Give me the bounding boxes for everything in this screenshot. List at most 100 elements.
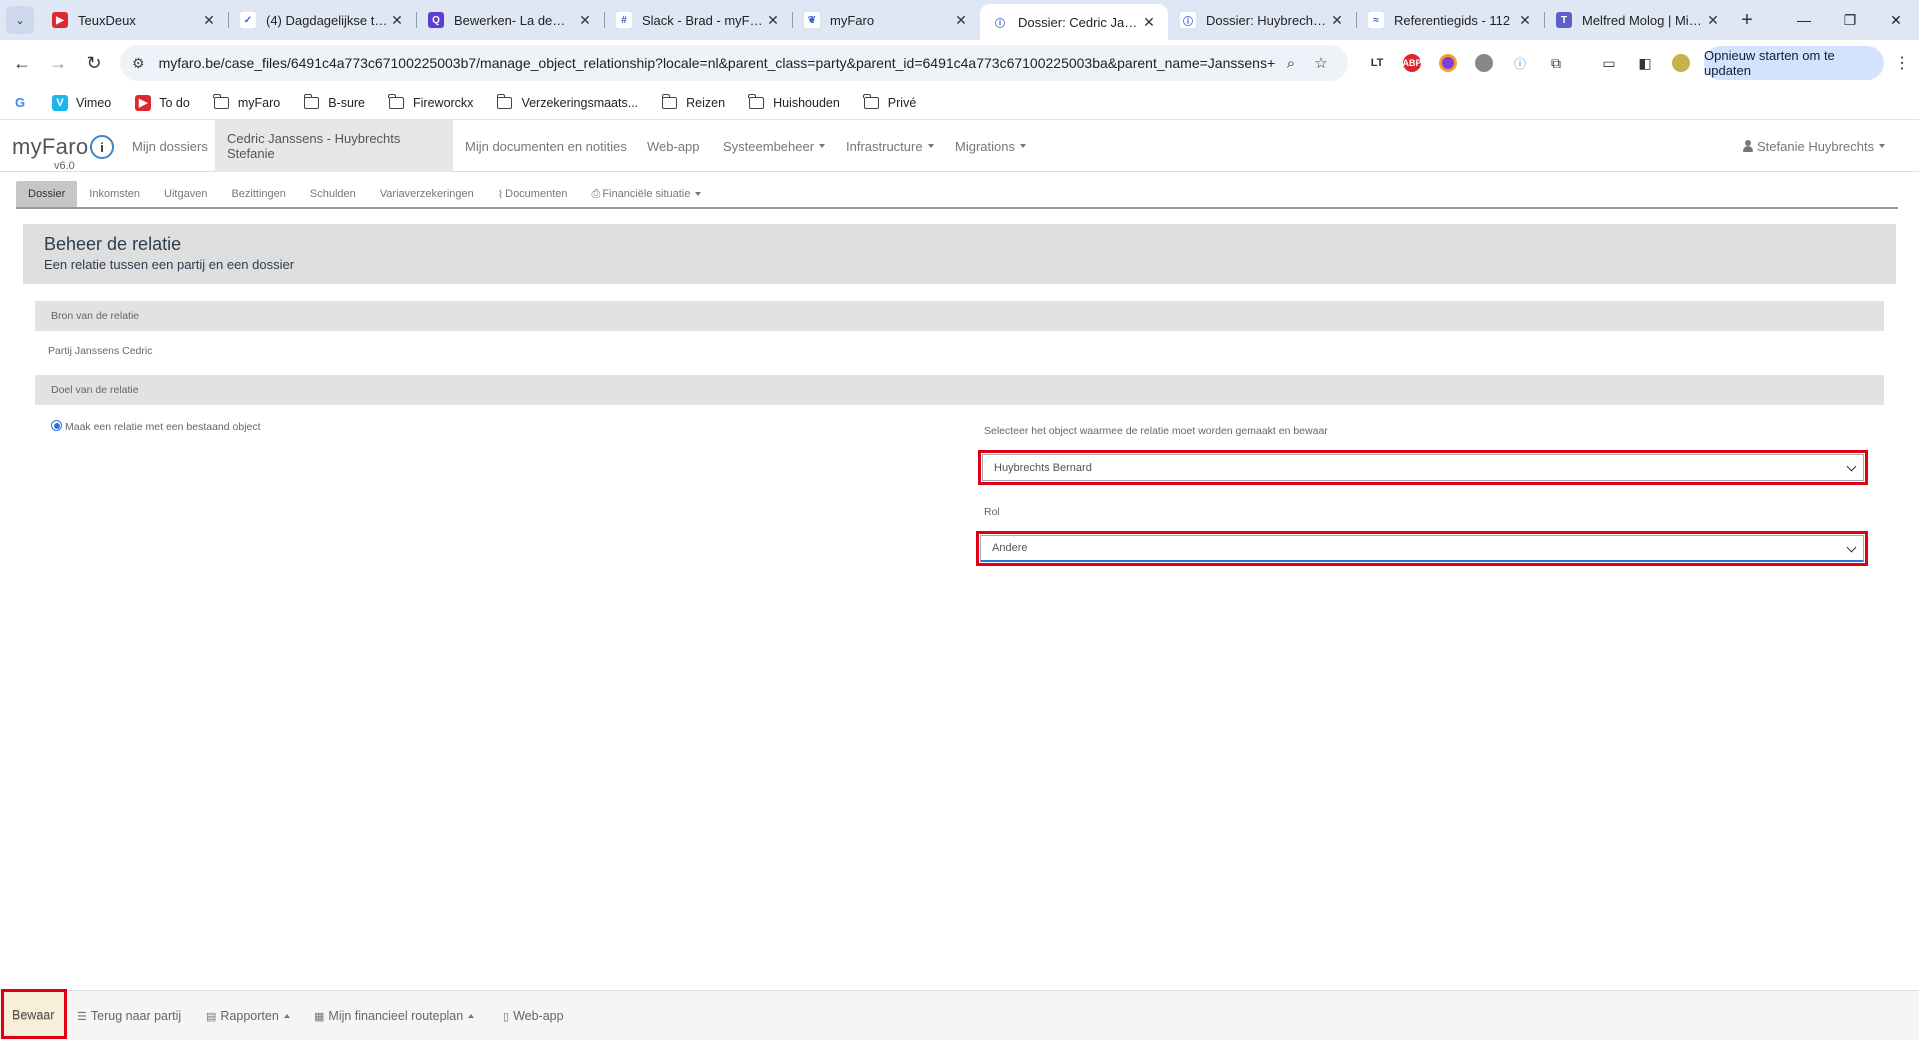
subtab-label: Bezittingen	[231, 188, 286, 200]
file-icon: ▤	[206, 1010, 217, 1023]
subtab-documenten[interactable]: ⌇ Documenten	[486, 181, 580, 207]
close-tab-icon[interactable]: ✕	[576, 12, 594, 29]
subtab-inkomsten[interactable]: Inkomsten	[77, 181, 152, 207]
close-window-icon[interactable]: ✕	[1873, 0, 1919, 40]
subtab-variaverzekeringen[interactable]: Variaverzekeringen	[368, 181, 486, 207]
bookmark-item[interactable]: ▶ To do	[135, 94, 190, 111]
url-text[interactable]: myfaro.be/case_files/6491c4a773c67100225…	[159, 55, 1276, 71]
bookmark-item[interactable]: Reizen	[661, 93, 725, 110]
tab-title: Dossier: Huybrechts Stefanie	[1206, 12, 1328, 28]
bookmark-item[interactable]: Privé	[863, 93, 917, 110]
bookmark-item[interactable]: Huishouden	[748, 93, 840, 110]
nav-systeembeheer[interactable]: Systeembeheer	[711, 120, 837, 172]
nav-migrations[interactable]: Migrations	[943, 120, 1038, 172]
close-tab-icon[interactable]: ✕	[388, 12, 406, 29]
subtab-dossier[interactable]: Dossier	[16, 181, 78, 207]
back-arrow-icon[interactable]: ←	[4, 45, 40, 81]
bookmark-label: Verzekeringsmaats...	[521, 95, 639, 110]
wave-icon: ≈	[1368, 12, 1384, 28]
side-panel-icon[interactable]: ◧	[1630, 48, 1660, 78]
extension-lt-icon[interactable]: LT	[1362, 48, 1392, 78]
nav-mijn-dossiers[interactable]: Mijn dossiers	[120, 120, 220, 172]
extension-abp-icon[interactable]: ABP	[1397, 48, 1427, 78]
browser-menu-icon[interactable]: ⋮	[1890, 48, 1914, 78]
tab-title: myFaro	[830, 12, 875, 28]
list-icon: ☰	[77, 1010, 87, 1023]
nav-mijn-documenten[interactable]: Mijn documenten en notities	[453, 120, 639, 172]
extension-myfaro-icon[interactable]: ⓘ	[1505, 48, 1535, 78]
new-tab-icon[interactable]: +	[1732, 9, 1762, 32]
browser-tab[interactable]: Q Bewerken- La demonstratie✕	[416, 0, 604, 40]
routeplan-menu[interactable]: ▦ Mijn financieel routeplan	[314, 991, 475, 1040]
tab-search-icon[interactable]: ⌄	[6, 6, 34, 34]
profile-avatar-icon[interactable]	[1666, 48, 1696, 78]
browser-tab[interactable]: ✓ (4) Dagdagelijkse taken✕	[228, 0, 416, 40]
target-section-header: Doel van de relatie	[35, 375, 1884, 405]
subtab-schulden[interactable]: Schulden	[298, 181, 368, 207]
zoom-icon[interactable]: ⌕	[1276, 55, 1306, 72]
folder-icon	[661, 93, 678, 109]
extension-color-icon[interactable]	[1433, 48, 1463, 78]
site-icon: ▶	[135, 94, 152, 111]
forward-arrow-icon[interactable]: →	[40, 45, 76, 81]
check-icon: ✓	[240, 12, 256, 28]
nav-infrastructure[interactable]: Infrastructure	[834, 120, 946, 172]
brand-version: v6.0	[54, 160, 75, 172]
cast-icon[interactable]: ▭	[1594, 48, 1624, 78]
reports-label: Rapporten	[220, 1009, 279, 1023]
browser-tab[interactable]: T Melfred Molog | Microsoft Teams✕	[1544, 0, 1732, 40]
window-controls: — ❐ ✕	[1781, 0, 1919, 40]
browser-tab[interactable]: ⓘ Dossier: Cedric Janssens✕	[980, 4, 1168, 40]
close-tab-icon[interactable]: ✕	[1140, 14, 1158, 31]
tab-title: Bewerken- La demonstratie	[454, 12, 576, 28]
user-menu[interactable]: Stefanie Huybrechts	[1731, 120, 1897, 172]
close-tab-icon[interactable]: ✕	[952, 12, 970, 29]
subtab-label: Inkomsten	[89, 188, 141, 200]
subtab-bezittingen[interactable]: Bezittingen	[219, 181, 297, 207]
google-bookmark[interactable]: G	[12, 95, 36, 111]
nav-current-dossier[interactable]: Cedric Janssens - Huybrechts Stefanie	[215, 120, 453, 172]
subtab-financiele-situatie[interactable]: ⎙ Financiële situatie	[580, 181, 714, 207]
reload-icon[interactable]: ↻	[76, 45, 112, 81]
address-bar[interactable]: ⚙ myfaro.be/case_files/6491c4a773c671002…	[120, 45, 1348, 81]
extensions-puzzle-icon[interactable]: ⧉	[1541, 48, 1571, 78]
existing-object-radio[interactable]	[51, 420, 62, 431]
folder-icon	[863, 93, 879, 109]
bookmark-label: Privé	[887, 95, 917, 110]
brand-logo[interactable]: myFaro v6.0 i	[12, 128, 122, 172]
bookmark-item[interactable]: myFaro	[213, 93, 281, 110]
restore-icon[interactable]: ❐	[1827, 0, 1873, 40]
reports-menu[interactable]: ▤ Rapporten	[206, 991, 290, 1040]
tab-title: TeuxDeux	[78, 12, 136, 28]
close-tab-icon[interactable]: ✕	[1704, 12, 1722, 29]
bookmark-item[interactable]: V Vimeo	[52, 94, 111, 111]
browser-tab[interactable]: ▶ TeuxDeux ✕	[40, 0, 228, 40]
nav-web-app[interactable]: Web-app	[635, 120, 712, 172]
browser-tab[interactable]: ⓘ Dossier: Huybrechts Stefanie✕	[1168, 0, 1356, 40]
teams-icon: T	[1556, 12, 1572, 28]
minimize-icon[interactable]: —	[1781, 0, 1827, 40]
browser-tab[interactable]: ≈ Referentiegids - 112 ✕	[1356, 0, 1544, 40]
web-app-link[interactable]: ▯ Web-app	[503, 991, 564, 1040]
bookmark-star-icon[interactable]: ☆	[1306, 54, 1336, 72]
bookmark-item[interactable]: Fireworckx	[388, 93, 473, 110]
close-tab-icon[interactable]: ✕	[1516, 12, 1534, 29]
browser-tab[interactable]: # Slack - Brad - myFaro ✕	[604, 0, 792, 40]
back-to-party-link[interactable]: ☰ Terug naar partij	[77, 991, 181, 1040]
bookmarks-bar: G V Vimeo ▶ To do myFaro B-sure Fireworckx Verz…	[0, 86, 1919, 120]
bookmark-item[interactable]: Verzekeringsmaats...	[496, 93, 639, 110]
panel-header: Beheer de relatie Een relatie tussen een…	[23, 224, 1896, 284]
close-tab-icon[interactable]: ✕	[200, 12, 218, 29]
browser-tab[interactable]: ❦ myFaro ✕	[792, 0, 980, 40]
user-icon	[1743, 140, 1753, 152]
save-button-overlay-label[interactable]: Bewaar	[12, 990, 54, 1040]
bookmark-item[interactable]: B-sure	[303, 93, 365, 110]
bookmark-label: myFaro	[237, 95, 281, 110]
existing-object-radio-label[interactable]: Maak een relatie met een bestaand object	[65, 421, 261, 433]
update-restart-button[interactable]: Opnieuw starten om te updaten	[1704, 46, 1884, 80]
site-settings-icon[interactable]: ⚙	[132, 55, 145, 72]
subtab-uitgaven[interactable]: Uitgaven	[152, 181, 219, 207]
close-tab-icon[interactable]: ✕	[1328, 12, 1346, 29]
close-tab-icon[interactable]: ✕	[764, 12, 782, 29]
extension-gray-icon[interactable]	[1469, 48, 1499, 78]
